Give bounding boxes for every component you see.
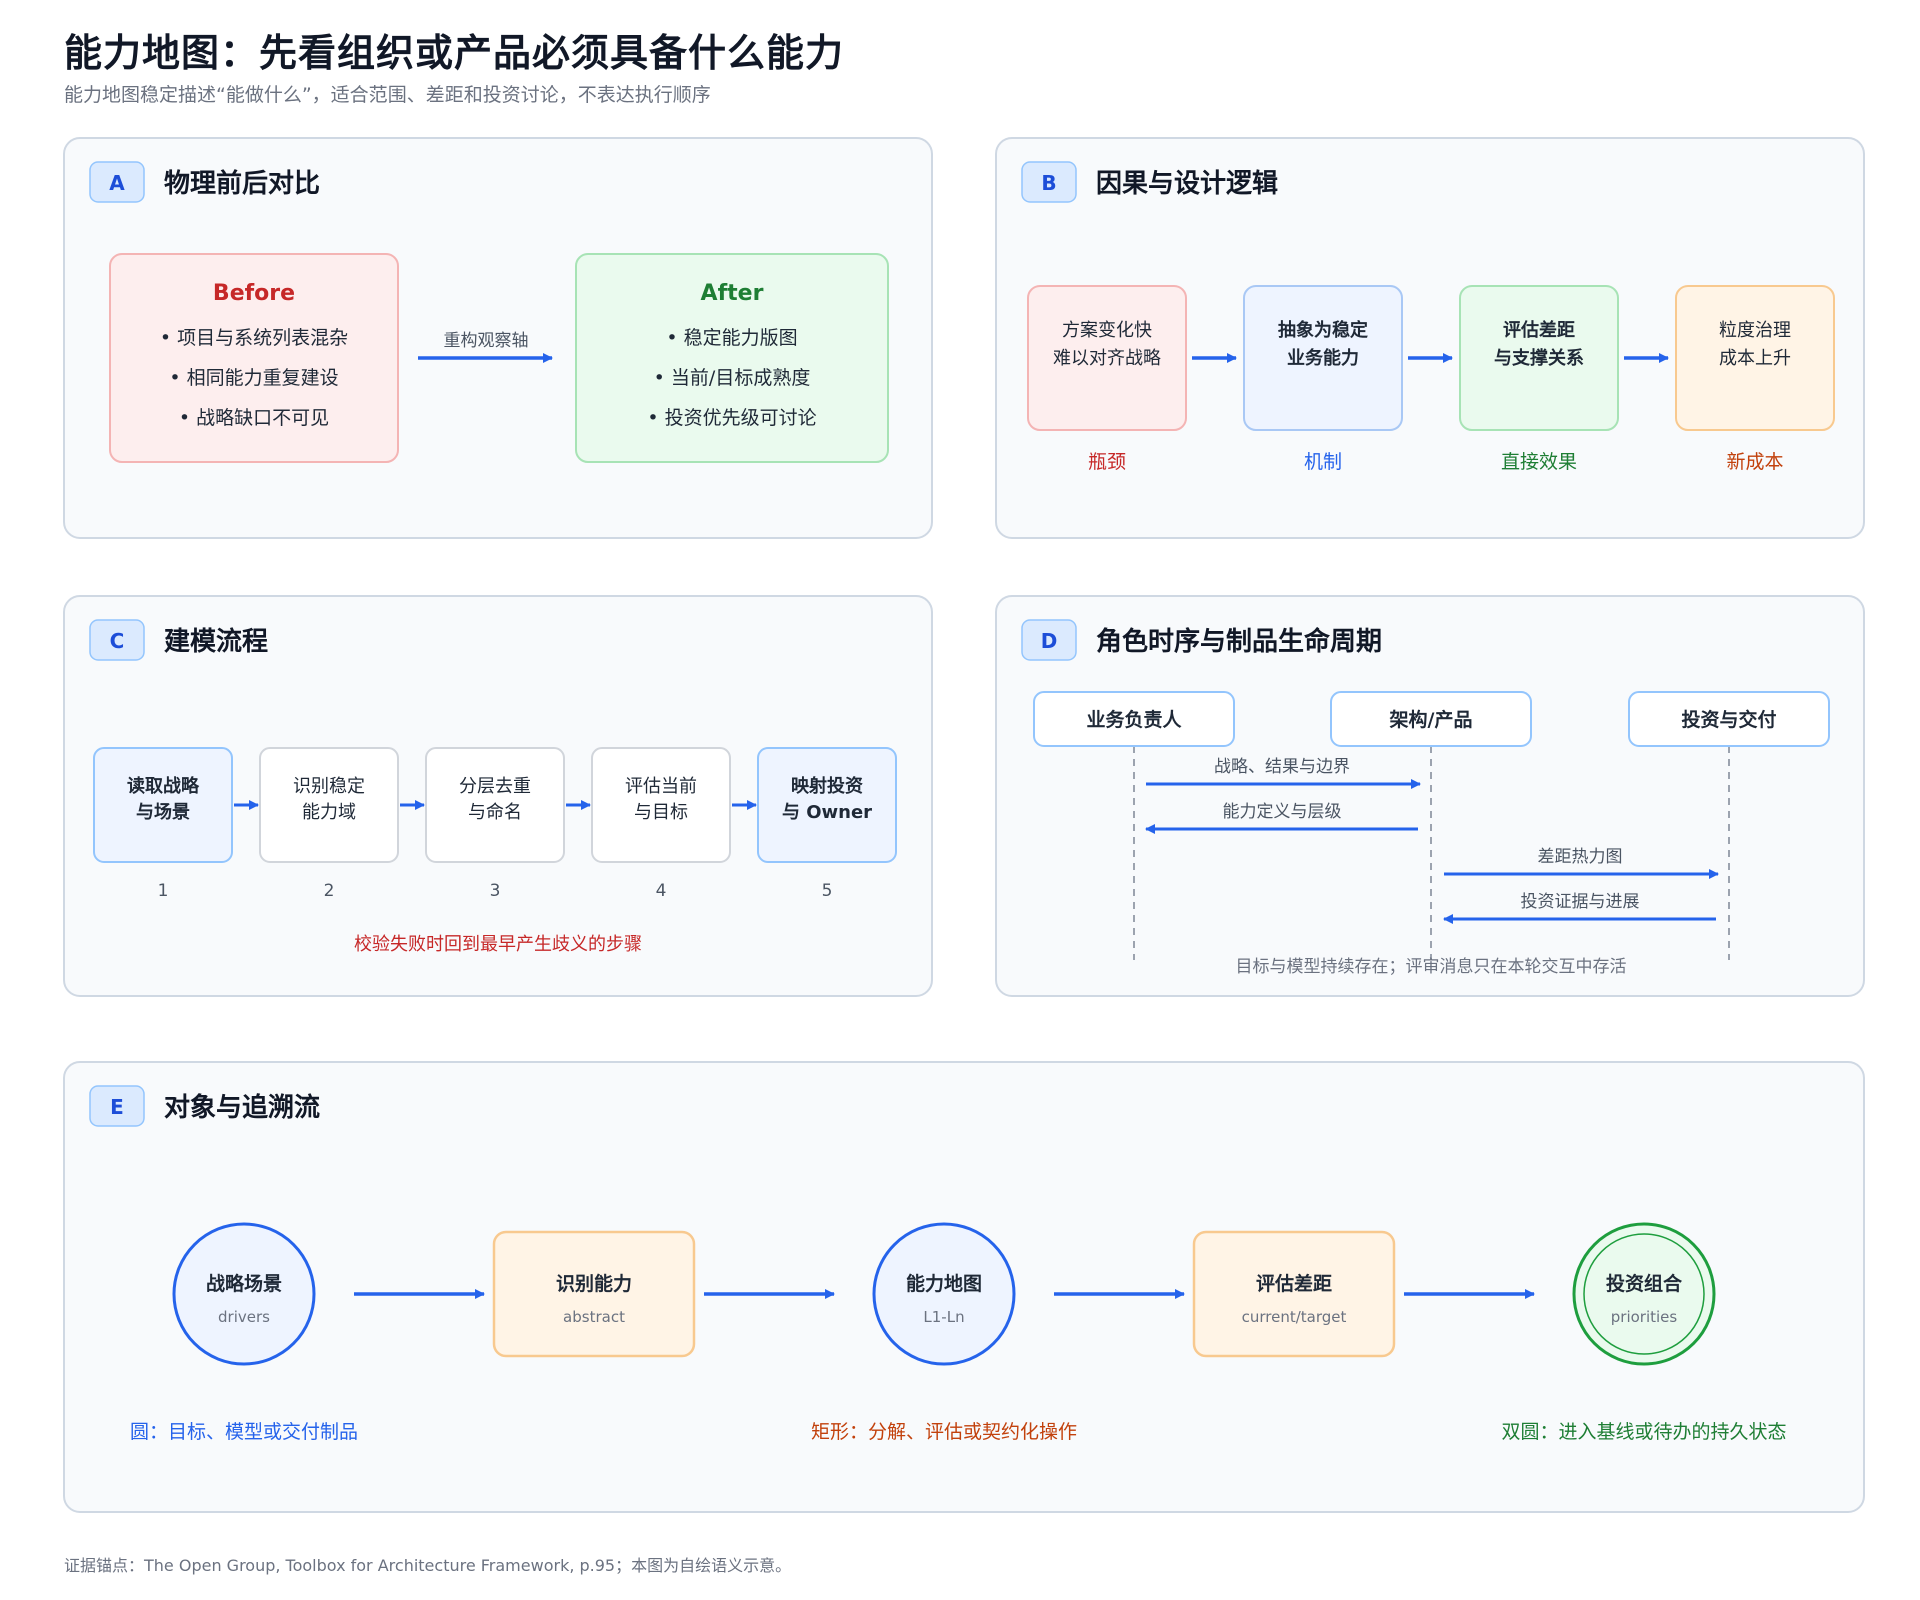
process-step-number: 1 [158, 881, 169, 901]
cause-box-text: 业务能力 [1287, 347, 1359, 369]
process-step-number: 4 [656, 881, 667, 901]
process-step-text: 映射投资 [791, 775, 863, 797]
actor-label: 业务负责人 [1086, 708, 1182, 731]
cause-box-text: 粒度治理 [1719, 320, 1791, 341]
process-note: 校验失败时回到最早产生歧义的步骤 [354, 934, 642, 955]
cause-box-text: 成本上升 [1719, 348, 1791, 369]
cause-box-text: 方案变化快 [1062, 320, 1152, 341]
legend-circle: 圆：目标、模型或交付制品 [130, 1421, 358, 1443]
trace-node-title: 评估差距 [1256, 1272, 1332, 1295]
panel-b: B 因果与设计逻辑 方案变化快 难以对齐战略 瓶颈 抽象为稳定 业务能力 机制 … [995, 137, 1865, 539]
actor-label: 投资与交付 [1681, 708, 1776, 731]
before-item: • 战略缺口不可见 [179, 407, 329, 429]
actor-label: 架构/产品 [1389, 708, 1473, 731]
panel-c-badge-label: C [110, 629, 125, 653]
trace-node-title: 战略场景 [206, 1272, 282, 1295]
after-title: After [701, 281, 764, 306]
panel-c-title: 建模流程 [164, 627, 268, 657]
message-label: 差距热力图 [1538, 847, 1623, 867]
process-step-number: 5 [822, 881, 833, 901]
process-step-text: 能力域 [302, 802, 356, 823]
trace-node-sub: current/target [1242, 1308, 1347, 1326]
diagram-canvas: A 物理前后对比 Before • 项目与系统列表混杂 • 相同能力重复建设 •… [63, 137, 1865, 1513]
panel-a-title: 物理前后对比 [164, 168, 320, 199]
panel-c: C 建模流程 读取战略 与场景 1 识别稳定 能力域 2 分层去重 与命名 3 … [63, 595, 933, 997]
trace-node-sub: abstract [563, 1308, 625, 1326]
footer-citation: 证据锚点：The Open Group, Toolbox for Archite… [64, 1556, 792, 1575]
message-label: 投资证据与进展 [1521, 892, 1640, 912]
process-step-text: 与 Owner [782, 802, 872, 823]
after-item: • 投资优先级可讨论 [647, 407, 816, 429]
panel-a: A 物理前后对比 Before • 项目与系统列表混杂 • 相同能力重复建设 •… [63, 137, 933, 539]
process-step-number: 2 [324, 881, 335, 901]
panel-e-badge-label: E [110, 1095, 124, 1119]
process-step-text: 读取战略 [127, 775, 200, 797]
panel-b-badge-label: B [1041, 171, 1056, 195]
process-step-text: 分层去重 [459, 776, 531, 797]
process-step-text: 与命名 [468, 802, 522, 823]
after-item: • 稳定能力版图 [666, 327, 797, 349]
cause-box-label: 机制 [1304, 451, 1342, 473]
panel-b-title: 因果与设计逻辑 [1096, 169, 1278, 199]
process-step-text: 识别稳定 [293, 776, 365, 797]
before-item: • 相同能力重复建设 [169, 367, 338, 389]
before-title: Before [213, 281, 295, 306]
cause-box-text: 抽象为稳定 [1278, 319, 1368, 341]
after-item: • 当前/目标成熟度 [654, 367, 811, 389]
panel-d-title: 角色时序与制品生命周期 [1096, 626, 1382, 657]
cause-box-text: 与支撑关系 [1494, 347, 1584, 369]
before-after-arrow-label: 重构观察轴 [444, 331, 529, 351]
process-step-text: 与场景 [136, 802, 190, 823]
panel-e: E 对象与追溯流 战略场景 drivers 识别能力 abstract 能力地图… [63, 1061, 1865, 1513]
trace-node-sub: priorities [1611, 1308, 1678, 1326]
sequence-note: 目标与模型持续存在；评审消息只在本轮交互中存活 [1236, 957, 1627, 977]
trace-node-title: 投资组合 [1606, 1272, 1683, 1295]
trace-node-title: 能力地图 [906, 1272, 982, 1295]
before-item: • 项目与系统列表混杂 [160, 327, 348, 349]
message-label: 战略、结果与边界 [1214, 757, 1350, 777]
cause-box-label: 直接效果 [1501, 451, 1577, 473]
trace-node-title: 识别能力 [556, 1272, 632, 1295]
process-step-text: 与目标 [634, 802, 688, 823]
cause-box-label: 瓶颈 [1088, 451, 1126, 473]
panel-e-title: 对象与追溯流 [164, 1092, 320, 1123]
trace-node-sub: L1-Ln [923, 1308, 964, 1326]
legend-double-circle: 双圆：进入基线或待办的持久状态 [1501, 1421, 1786, 1443]
message-label: 能力定义与层级 [1223, 802, 1342, 822]
panel-d: D 角色时序与制品生命周期 业务负责人 架构/产品 投资与交付 战略、结果与边界… [995, 595, 1865, 997]
trace-node-sub: drivers [218, 1308, 270, 1326]
process-step-number: 3 [490, 881, 501, 901]
cause-box-label: 新成本 [1726, 451, 1783, 473]
cause-box-text: 难以对齐战略 [1053, 348, 1161, 369]
panel-d-badge-label: D [1041, 629, 1058, 653]
panel-a-badge-label: A [109, 171, 125, 195]
process-step-text: 评估当前 [625, 776, 697, 797]
cause-box-text: 评估差距 [1503, 319, 1575, 341]
legend-rect: 矩形：分解、评估或契约化操作 [811, 1421, 1077, 1443]
